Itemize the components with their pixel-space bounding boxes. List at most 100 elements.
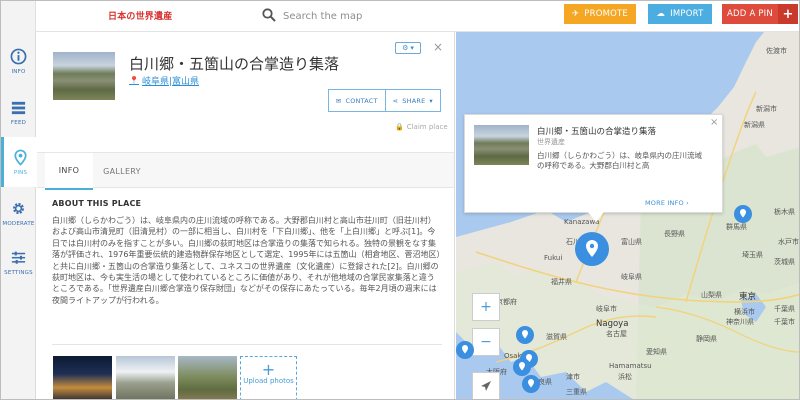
popup-thumbnail[interactable] xyxy=(474,125,529,165)
map-label-shizuoka: 静岡県 xyxy=(696,335,717,343)
map-pin[interactable] xyxy=(456,341,474,361)
add-pin-button[interactable]: ADD A PIN xyxy=(722,4,778,24)
zoom-out-button[interactable]: − xyxy=(472,328,500,356)
sidebar-item-label: PINS xyxy=(13,169,28,176)
contact-share-group: ✉ CONTACT ⋖ SHARE ▾ xyxy=(328,89,441,112)
zoom-in-button[interactable]: + xyxy=(472,293,500,321)
map-label-aichi: 愛知県 xyxy=(646,348,667,356)
lock-icon: 🔒 xyxy=(395,123,404,131)
divider xyxy=(52,344,442,345)
share-icon: ⋖ xyxy=(392,96,399,105)
map-label-toyama: 富山県 xyxy=(621,238,642,246)
map-pin[interactable] xyxy=(522,375,540,395)
map-view[interactable]: Kanazawa Fukui Nagoya 名古屋 Osaka 東京 Hamam… xyxy=(456,32,799,399)
map-label-fukui-jp: 福井県 xyxy=(551,278,572,286)
map-label-hamamatsu: Hamamatsu xyxy=(609,362,652,370)
map-label-mie: 三重県 xyxy=(566,388,587,396)
sidebar: INFO FEED PINS MODERATE SETTINGS xyxy=(1,32,37,399)
popup-subtitle: 世界遺産 xyxy=(537,138,565,146)
claim-label: Claim place xyxy=(406,123,448,131)
map-label-nagano: 長野県 xyxy=(664,230,685,238)
pin-icon xyxy=(14,149,27,166)
contact-label: CONTACT xyxy=(345,96,378,105)
tab-gallery[interactable]: GALLERY xyxy=(97,153,147,189)
sidebar-item-pins[interactable]: PINS xyxy=(1,137,37,187)
popup-description: 白川郷（しらかわごう）は、岐阜県内の庄川流域の呼称である。大野郡白川村と高 xyxy=(537,151,702,170)
site-title[interactable]: 日本の世界遺産 xyxy=(108,9,172,22)
popup-close-button[interactable]: × xyxy=(710,117,718,128)
contact-button[interactable]: ✉ CONTACT xyxy=(329,90,386,111)
sidebar-item-moderate[interactable]: MODERATE xyxy=(1,188,36,238)
map-label-saitama: 埼玉県 xyxy=(742,251,763,259)
close-panel-button[interactable]: × xyxy=(433,40,443,54)
tab-info[interactable]: INFO xyxy=(45,153,93,190)
map-label-yamanashi: 山梨県 xyxy=(701,291,722,299)
add-pin-label: ADD A PIN xyxy=(727,9,773,19)
map-label-tochigi: 栃木県 xyxy=(774,208,795,216)
map-label-kanagawa: 神奈川県 xyxy=(726,318,754,326)
map-label-niigata-city: 新潟市 xyxy=(756,105,777,113)
info-icon xyxy=(10,48,27,64)
map-label-tsu: 津市 xyxy=(566,373,580,381)
map-label-tokyo: 東京 xyxy=(739,292,757,302)
mail-icon: ✉ xyxy=(335,96,342,105)
chevron-down-icon: ▾ xyxy=(429,96,433,105)
sidebar-item-label: INFO xyxy=(11,68,26,75)
share-button[interactable]: ⋖ SHARE ▾ xyxy=(386,90,441,111)
upload-photos-button[interactable]: + Upload photos xyxy=(240,356,297,399)
map-label-gifu: 岐阜県 xyxy=(621,273,642,281)
top-bar: 日本の世界遺産 ✈ PROMOTE ☁ IMPORT ADD A PIN + xyxy=(1,1,799,32)
sliders-icon xyxy=(11,251,26,264)
popup-title[interactable]: 白川郷・五箇山の合掌造り集落 xyxy=(537,125,656,137)
gear-icon xyxy=(13,202,24,214)
sidebar-item-info[interactable]: INFO xyxy=(1,36,36,86)
import-label: IMPORT xyxy=(670,9,704,19)
map-label-chiba-city: 千葉市 xyxy=(774,318,795,326)
more-info-link[interactable]: MORE INFO › xyxy=(645,199,689,207)
locate-button[interactable] xyxy=(472,372,500,399)
feed-icon xyxy=(11,101,26,114)
cloud-upload-icon: ☁ xyxy=(656,9,666,19)
gallery-thumbnail[interactable] xyxy=(178,356,237,399)
promote-button[interactable]: ✈ PROMOTE xyxy=(564,4,636,24)
map-label-nagoya-jp: 名古屋 xyxy=(606,330,627,338)
place-thumbnail[interactable] xyxy=(53,52,115,100)
place-title: 白川郷・五箇山の合掌造り集落 xyxy=(129,55,340,73)
map-label-gifu-city: 岐阜市 xyxy=(596,305,617,313)
map-label-nagoya: Nagoya xyxy=(596,319,629,329)
sidebar-item-feed[interactable]: FEED xyxy=(1,87,36,137)
gallery-thumbnail[interactable] xyxy=(116,356,175,399)
share-label: SHARE xyxy=(402,96,426,105)
upload-label: Upload photos xyxy=(243,377,294,385)
gear-icon: ⚙ xyxy=(402,44,409,52)
map-pin[interactable] xyxy=(516,326,534,346)
add-pin-plus-button[interactable]: + xyxy=(778,4,798,24)
claim-place-link[interactable]: 🔒 Claim place xyxy=(395,123,448,131)
sidebar-item-settings[interactable]: SETTINGS xyxy=(1,237,36,287)
sidebar-item-label: MODERATE xyxy=(2,220,35,227)
options-button[interactable]: ⚙ ▾ xyxy=(395,42,421,54)
place-location-link[interactable]: 📍 岐阜県|富山県 xyxy=(129,74,199,87)
map-label-hamamatsu-jp: 浜松 xyxy=(618,373,632,381)
more-info-label: MORE INFO xyxy=(645,199,684,207)
import-button[interactable]: ☁ IMPORT xyxy=(648,4,712,24)
map-label-yokohama: 横浜市 xyxy=(734,308,755,316)
gallery-thumbnail[interactable] xyxy=(53,356,112,399)
map-pin[interactable] xyxy=(734,205,752,225)
search-input[interactable] xyxy=(283,6,483,26)
popup-pointer xyxy=(588,212,604,222)
plus-icon: + xyxy=(782,6,794,22)
promote-label: PROMOTE xyxy=(584,9,629,19)
promote-icon: ✈ xyxy=(571,9,580,19)
map-label-sado: 佐渡市 xyxy=(766,47,787,55)
about-heading: ABOUT THIS PLACE xyxy=(52,199,142,208)
locate-arrow-icon xyxy=(481,381,491,391)
search-icon[interactable] xyxy=(262,8,276,22)
map-label-niigata: 新潟県 xyxy=(744,121,765,129)
selected-map-pin[interactable] xyxy=(574,231,610,273)
place-location-text: 岐阜県|富山県 xyxy=(141,77,200,87)
map-label-mito: 水戸市 xyxy=(778,238,799,246)
logo-area xyxy=(1,1,36,32)
app-frame: 日本の世界遺産 ✈ PROMOTE ☁ IMPORT ADD A PIN + I… xyxy=(0,0,800,400)
map-label-chiba: 千葉県 xyxy=(774,305,795,313)
